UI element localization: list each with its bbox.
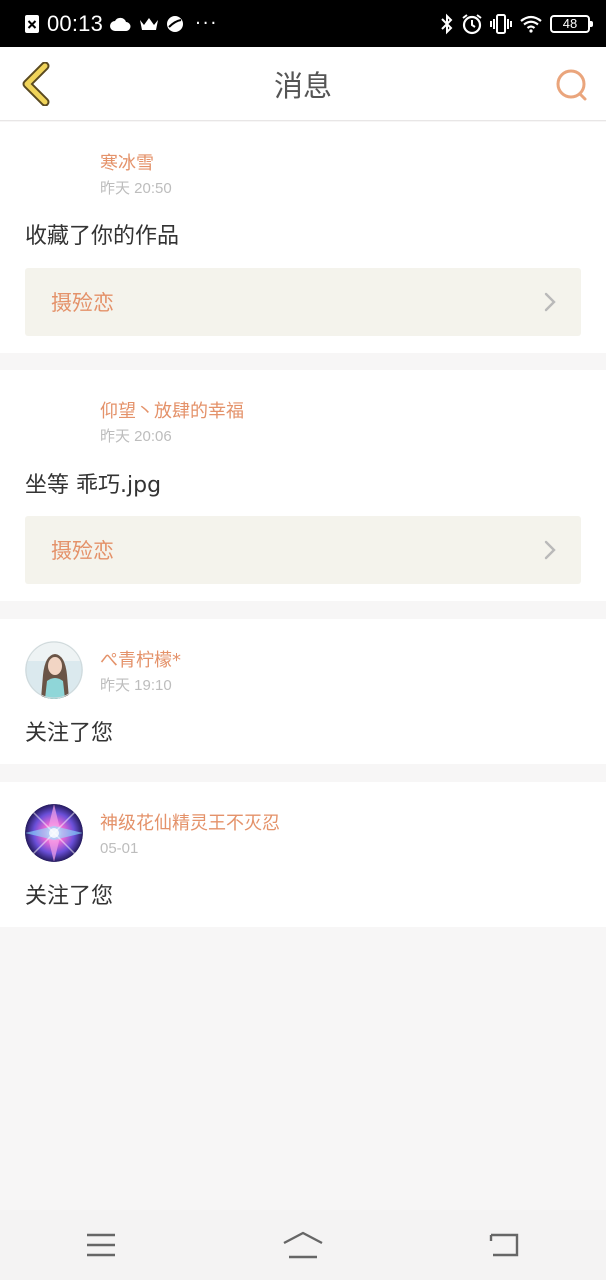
work-link[interactable]: 摄殓恋 <box>25 516 581 584</box>
avatar[interactable] <box>25 804 83 862</box>
message-header: 神级花仙精灵王不灭忍 05-01 <box>25 804 280 862</box>
return-button[interactable] <box>465 1215 545 1275</box>
message-header: 寒冰雪 昨天 20:50 <box>25 144 172 202</box>
more-notifications-icon: ··· <box>195 13 219 34</box>
menu-icon <box>87 1233 115 1257</box>
message-card: 神级花仙精灵王不灭忍 05-01 关注了您 <box>0 782 606 927</box>
username[interactable]: 神级花仙精灵王不灭忍 <box>100 813 280 835</box>
message-content: 收藏了你的作品 <box>25 224 180 249</box>
message-card: 仰望丶放肆的幸福 昨天 20:06 坐等 乖巧.jpg 摄殓恋 <box>0 370 606 601</box>
alarm-icon <box>461 13 483 35</box>
kaleidoscope-avatar <box>25 804 83 862</box>
chevron-left-icon <box>22 62 50 106</box>
message-content: 关注了您 <box>25 884 114 909</box>
avatar[interactable] <box>25 392 83 450</box>
work-title: 摄殓恋 <box>51 291 114 315</box>
wifi-icon <box>519 15 543 33</box>
cloud-icon <box>110 16 132 32</box>
message-card: 寒冰雪 昨天 20:50 收藏了你的作品 摄殓恋 <box>0 122 606 353</box>
battery-indicator: 48 <box>550 14 593 33</box>
work-link[interactable]: 摄殓恋 <box>25 268 581 336</box>
message-content: 坐等 乖巧.jpg <box>25 473 162 498</box>
message-header: ぺ青柠檬* 昨天 19:10 <box>25 641 181 699</box>
username[interactable]: 寒冰雪 <box>100 153 172 175</box>
menu-button[interactable] <box>61 1215 141 1275</box>
message-time: 昨天 19:10 <box>100 677 172 694</box>
message-header: 仰望丶放肆的幸福 昨天 20:06 <box>25 392 244 450</box>
message-time: 昨天 20:50 <box>100 180 172 197</box>
status-bar: 00:13 ··· 48 <box>0 0 606 47</box>
system-nav-bar <box>0 1210 606 1280</box>
message-content: 关注了您 <box>25 721 114 746</box>
avatar[interactable] <box>25 641 83 699</box>
username[interactable]: ぺ青柠檬* <box>100 650 181 672</box>
message-time: 05-01 <box>100 840 139 857</box>
avatar[interactable] <box>25 144 83 202</box>
app-header: 消息 <box>0 47 606 121</box>
status-time: 00:13 <box>47 10 104 36</box>
crown-icon <box>139 16 159 32</box>
sim-off-icon <box>24 14 40 34</box>
search-icon <box>556 69 587 101</box>
bluetooth-icon <box>440 13 454 35</box>
girl-photo-avatar <box>25 641 83 699</box>
app-badge-icon <box>166 15 184 33</box>
message-time: 昨天 20:06 <box>100 428 172 445</box>
home-icon <box>283 1231 323 1259</box>
return-icon <box>489 1233 519 1257</box>
home-button[interactable] <box>263 1215 343 1275</box>
back-button[interactable] <box>14 61 58 107</box>
username[interactable]: 仰望丶放肆的幸福 <box>100 401 244 423</box>
chevron-right-icon <box>543 539 557 561</box>
message-card: ぺ青柠檬* 昨天 19:10 关注了您 <box>0 619 606 764</box>
page-title: 消息 <box>273 68 332 103</box>
vibrate-icon <box>490 13 512 35</box>
search-button[interactable] <box>552 65 592 105</box>
chevron-right-icon <box>543 291 557 313</box>
work-title: 摄殓恋 <box>51 539 114 563</box>
battery-level: 48 <box>562 16 578 31</box>
